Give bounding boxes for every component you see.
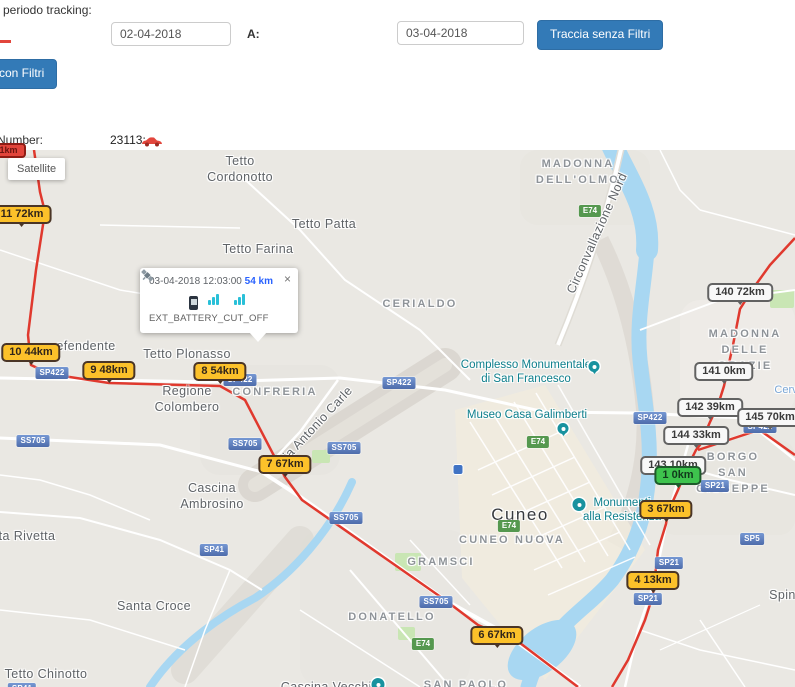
distance-marker[interactable]: 1 0km bbox=[654, 466, 701, 485]
road-badge: SP422 bbox=[35, 367, 68, 379]
distance-marker[interactable]: 8 54km bbox=[193, 362, 246, 381]
town-label: Tetto Chinotto bbox=[5, 666, 88, 682]
area-label: DONATELLO bbox=[348, 610, 435, 626]
infowindow-status: EXT_BATTERY_CUT_OFF bbox=[149, 313, 289, 324]
highway-badge: E74 bbox=[527, 436, 549, 448]
phone-icon bbox=[189, 296, 198, 310]
road-badge: SS705 bbox=[327, 442, 360, 454]
edge-distance-marker[interactable]: 1 1km bbox=[0, 143, 26, 158]
map-overlays: 11 72km 10 44km 9 48km 8 54km 7 67km 6 67km 3 … bbox=[0, 150, 795, 687]
infowindow-distance: 54 km bbox=[245, 276, 273, 287]
town-label: Tetto Cordonotto bbox=[207, 153, 273, 186]
distance-marker[interactable]: 9 48km bbox=[82, 361, 135, 380]
area-label: CERIALDO bbox=[382, 297, 457, 313]
distance-marker[interactable]: 145 70km bbox=[737, 408, 795, 427]
close-icon[interactable]: × bbox=[284, 273, 291, 285]
road-badge: SS705 bbox=[329, 512, 362, 524]
town-label: Cascina Vecchia bbox=[281, 679, 379, 687]
town-label: efendente bbox=[56, 338, 115, 354]
pin-icon bbox=[589, 361, 600, 372]
road-badge: SS705 bbox=[419, 596, 452, 608]
poi-label: Museo Casa Galimberti bbox=[467, 408, 587, 422]
infowindow-datetime: 03-04-2018 12:03:00 bbox=[149, 276, 242, 287]
pin-icon bbox=[558, 423, 569, 434]
date-separator-label: A: bbox=[247, 27, 260, 41]
town-label: Tetto Farina bbox=[223, 241, 294, 257]
road-badge: SP422 bbox=[382, 377, 415, 389]
town-label: Tetto Patta bbox=[292, 216, 356, 232]
road-badge: SS705 bbox=[16, 435, 49, 447]
distance-marker[interactable]: 10 44km bbox=[1, 343, 60, 362]
infowindow-icons bbox=[149, 292, 289, 307]
water-label: Cerv bbox=[774, 384, 795, 396]
trace-with-filters-button[interactable]: con Filtri bbox=[0, 59, 57, 89]
tracking-app: periodo tracking: A: Traccia senza Filtr… bbox=[0, 0, 795, 687]
area-label: SAN PAOLO bbox=[424, 678, 508, 687]
red-dash bbox=[0, 40, 11, 43]
map[interactable]: 11 72km 10 44km 9 48km 8 54km 7 67km 6 67km 3 … bbox=[0, 150, 795, 687]
town-label: Spinett bbox=[769, 587, 795, 603]
road-badge: SP21 bbox=[634, 593, 662, 605]
town-label: ta Rivetta bbox=[0, 528, 55, 544]
road-badge: SP41 bbox=[200, 544, 228, 556]
area-label: CONFRERIA bbox=[232, 385, 317, 401]
area-label: CUNEO NUOVA bbox=[459, 533, 565, 549]
road-badge: SP21 bbox=[655, 557, 683, 569]
signal-bars-icon bbox=[207, 292, 219, 310]
distance-marker[interactable]: 142 39km bbox=[677, 398, 743, 417]
town-label: Tetto Plonasso bbox=[143, 346, 231, 362]
distance-marker[interactable]: 7 67km bbox=[258, 455, 311, 474]
infowindow-tail bbox=[249, 332, 267, 342]
dot-icon bbox=[372, 678, 385, 687]
distance-marker[interactable]: 140 72km bbox=[707, 283, 773, 302]
distance-marker[interactable]: 11 72km bbox=[0, 205, 51, 224]
distance-marker[interactable]: 141 0km bbox=[694, 362, 753, 381]
date-to-input[interactable] bbox=[397, 21, 524, 45]
dot-icon bbox=[573, 498, 586, 511]
highway-badge: E74 bbox=[412, 638, 434, 650]
distance-marker[interactable]: 4 13km bbox=[626, 571, 679, 590]
area-label: MADONNA DELL'OLMO bbox=[536, 157, 620, 189]
town-label: Cascina Ambrosino bbox=[180, 480, 243, 513]
transit-icon bbox=[454, 465, 463, 474]
signal-bars-icon bbox=[233, 292, 245, 310]
infowindow-header: 03-04-2018 12:03:00 54 km bbox=[149, 276, 289, 287]
poi-label: Complesso Monumentale di San Francesco bbox=[461, 358, 591, 387]
distance-marker[interactable]: 3 67km bbox=[639, 500, 692, 519]
road-badge: SP422 bbox=[633, 412, 666, 424]
distance-marker[interactable]: 6 67km bbox=[470, 626, 523, 645]
highway-badge: E74 bbox=[498, 520, 520, 532]
road-badge: SP5 bbox=[740, 533, 764, 545]
road-badge: SP21 bbox=[701, 480, 729, 492]
town-label: Circonvallazione Nord bbox=[563, 170, 631, 296]
infowindow: 03-04-2018 12:03:00 54 km × EXT_BATTERY_… bbox=[140, 268, 298, 333]
road-badge: SS705 bbox=[228, 438, 261, 450]
highway-badge: E74 bbox=[579, 205, 601, 217]
town-label: Regione Colombero bbox=[155, 383, 220, 416]
trace-without-filters-button[interactable]: Traccia senza Filtri bbox=[537, 20, 663, 50]
area-label: GRAMSCI bbox=[407, 555, 474, 571]
satellite-button[interactable]: Satellite bbox=[8, 158, 65, 180]
distance-marker[interactable]: 144 33km bbox=[663, 426, 729, 445]
date-from-input[interactable] bbox=[111, 22, 231, 46]
town-label: Santa Croce bbox=[117, 598, 191, 614]
period-label: periodo tracking: bbox=[3, 3, 92, 17]
road-badge: SP41 bbox=[8, 683, 36, 687]
